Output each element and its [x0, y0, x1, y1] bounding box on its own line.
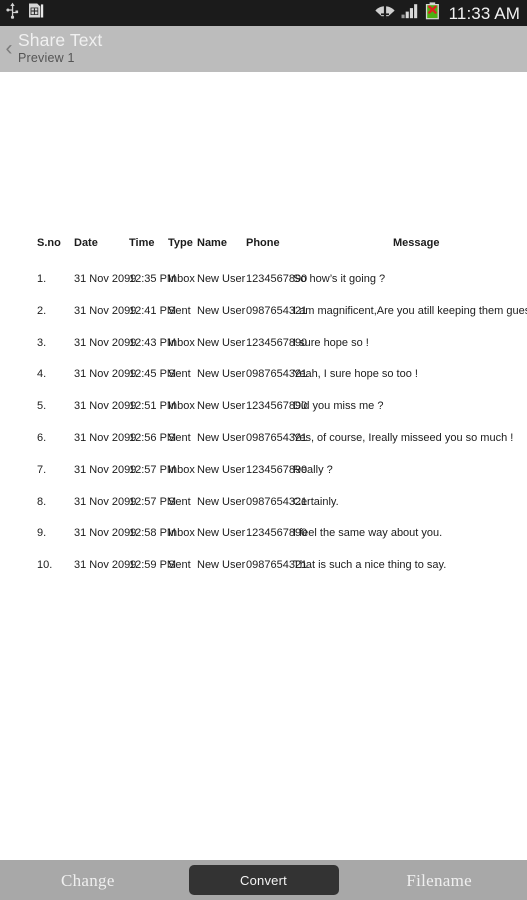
- table-row: 6. 31 Nov 2099 12:56 PM Sent New User 0987654…: [0, 431, 527, 463]
- page-subtitle: Preview 1: [18, 51, 75, 65]
- header-type: Type: [168, 237, 193, 249]
- action-bar: ‹ Share Text Preview 1: [0, 26, 527, 72]
- cell-sno: 9.: [37, 527, 47, 540]
- cell-date: 31 Nov 2099: [74, 495, 137, 508]
- cell-name: New User: [197, 400, 246, 413]
- messages-table: S.no Date Time Type Name Phone Message 1…: [0, 236, 527, 590]
- table-row: 1. 31 Nov 2099 12:35 PM Inbox New User 123456…: [0, 272, 527, 304]
- table-row: 3. 31 Nov 2099 12:43 PM Inbox New User 123456…: [0, 336, 527, 368]
- cellular-signal-icon: [401, 2, 419, 24]
- cell-message: That is such a nice thing to say.: [293, 559, 447, 572]
- cell-date: 31 Nov 2099: [74, 431, 137, 444]
- bottom-action-bar: Change Convert Filename: [0, 860, 527, 900]
- cell-name: New User: [197, 336, 246, 349]
- cell-name: New User: [197, 273, 246, 285]
- status-bar-clock: 11:33 AM: [448, 3, 520, 23]
- cell-type: Sent: [168, 495, 191, 508]
- cell-name: New User: [197, 368, 246, 381]
- cell-date: 31 Nov 2099: [74, 559, 137, 572]
- cell-date: 31 Nov 2099: [74, 527, 137, 540]
- cell-name: New User: [197, 495, 246, 508]
- table-row: 10. 31 Nov 2099 12:59 PM Sent New User 098765…: [0, 558, 527, 590]
- cell-date: 31 Nov 2099: [74, 368, 137, 381]
- filename-button-label: Filename: [406, 870, 473, 890]
- convert-button[interactable]: Convert: [188, 865, 339, 895]
- sim-card-icon: [28, 2, 44, 24]
- filename-button[interactable]: Filename: [351, 872, 527, 889]
- battery-error-icon: [425, 1, 440, 25]
- cell-type: Inbox: [168, 527, 195, 540]
- cell-sno: 3.: [37, 336, 47, 349]
- cell-message: Yeah, I sure hope so too !: [293, 368, 418, 381]
- usb-icon: [6, 2, 19, 24]
- convert-button-label: Convert: [240, 872, 287, 888]
- cell-name: New User: [197, 431, 246, 444]
- cell-name: New User: [197, 304, 246, 317]
- cell-sno: 5.: [37, 400, 47, 413]
- cell-sno: 7.: [37, 463, 47, 476]
- cell-type: Sent: [168, 431, 191, 444]
- change-button-label: Change: [60, 870, 115, 890]
- header-time: Time: [129, 237, 155, 249]
- cell-type: Sent: [168, 559, 191, 572]
- change-button[interactable]: Change: [0, 872, 176, 889]
- action-bar-titles: Share Text Preview 1: [18, 26, 102, 72]
- wifi-icon: [375, 1, 395, 25]
- cell-name: New User: [197, 527, 246, 540]
- table-row: 4. 31 Nov 2099 12:45 PM Sent New User 0987654…: [0, 367, 527, 399]
- cell-message: Yes, of course, Ireally misseed you so m…: [293, 431, 514, 444]
- cell-message: Really ?: [293, 463, 333, 476]
- header-date: Date: [74, 237, 98, 249]
- cell-sno: 6.: [37, 431, 47, 444]
- cell-type: Inbox: [168, 400, 195, 413]
- back-button[interactable]: ‹: [0, 26, 18, 72]
- cell-type: Inbox: [168, 273, 195, 285]
- table-row: 7. 31 Nov 2099 12:57 PM Inbox New User 123456…: [0, 463, 527, 495]
- page-title: Share Text: [18, 30, 103, 50]
- table-row: 2. 31 Nov 2099 12:41 PM Sent New User 0987654…: [0, 304, 527, 336]
- status-bar-right-icons: 11:33 AM: [375, 1, 520, 25]
- cell-date: 31 Nov 2099: [74, 336, 137, 349]
- cell-sno: 1.: [37, 273, 47, 285]
- cell-sno: 2.: [37, 304, 47, 317]
- table-row: 9. 31 Nov 2099 12:58 PM Inbox New User 123456…: [0, 526, 527, 558]
- cell-date: 31 Nov 2099: [74, 463, 137, 476]
- status-bar-left-icons: [6, 2, 44, 24]
- convert-button-slot: Convert: [176, 865, 352, 895]
- header-message: Message: [393, 237, 440, 249]
- cell-type: Inbox: [168, 336, 195, 349]
- cell-sno: 10.: [37, 559, 53, 572]
- cell-date: 31 Nov 2099: [74, 273, 137, 285]
- cell-type: Sent: [168, 304, 191, 317]
- cell-message: I feel the same way about you.: [293, 527, 443, 540]
- preview-content: S.no Date Time Type Name Phone Message 1…: [0, 72, 527, 860]
- table-row: 8. 31 Nov 2099 12:57 PM Sent New User 0987654…: [0, 495, 527, 527]
- cell-date: 31 Nov 2099: [74, 304, 137, 317]
- status-bar: 11:33 AM: [0, 0, 527, 26]
- cell-date: 31 Nov 2099: [74, 400, 137, 413]
- cell-message: So how’s it going ?: [293, 273, 386, 285]
- cell-message: Did you miss me ?: [293, 400, 384, 413]
- cell-type: Sent: [168, 368, 191, 381]
- table-header-row: S.no Date Time Type Name Phone Message: [0, 236, 527, 272]
- cell-name: New User: [197, 559, 246, 572]
- header-name: Name: [197, 237, 227, 249]
- cell-message: I am magnificent,Are you atill keeping t…: [293, 304, 527, 317]
- cell-sno: 4.: [37, 368, 47, 381]
- chevron-left-icon: ‹: [5, 37, 13, 60]
- cell-sno: 8.: [37, 495, 47, 508]
- cell-message: Certainly.: [293, 495, 339, 508]
- table-body: 1. 31 Nov 2099 12:35 PM Inbox New User 123456…: [0, 272, 527, 590]
- header-sno: S.no: [37, 237, 61, 249]
- cell-message: I sure hope so !: [293, 336, 369, 349]
- cell-type: Inbox: [168, 463, 195, 476]
- cell-name: New User: [197, 463, 246, 476]
- table-row: 5. 31 Nov 2099 12:51 PM Inbox New User 123456…: [0, 399, 527, 431]
- header-phone: Phone: [246, 237, 280, 249]
